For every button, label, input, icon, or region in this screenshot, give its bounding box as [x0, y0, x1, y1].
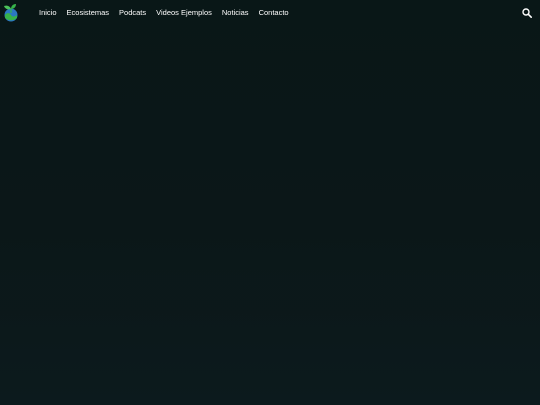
- nav-item-podcats[interactable]: Podcats: [119, 0, 146, 26]
- top-navigation-bar: Inicio Ecosistemas Podcats Videos Ejempl…: [0, 0, 540, 26]
- nav-item-contacto[interactable]: Contacto: [259, 0, 289, 26]
- nav-item-ecosistemas[interactable]: Ecosistemas: [67, 0, 110, 26]
- hero-background: [0, 26, 540, 405]
- nav-item-videos-ejemplos[interactable]: Videos Ejemplos: [156, 0, 212, 26]
- nav-item-noticias[interactable]: Noticias: [222, 0, 249, 26]
- search-icon[interactable]: [522, 8, 532, 18]
- page: Inicio Ecosistemas Podcats Videos Ejempl…: [0, 0, 540, 405]
- plant-globe-logo-icon[interactable]: [0, 1, 22, 23]
- nav-item-inicio[interactable]: Inicio: [39, 0, 57, 26]
- main-nav: Inicio Ecosistemas Podcats Videos Ejempl…: [39, 0, 299, 26]
